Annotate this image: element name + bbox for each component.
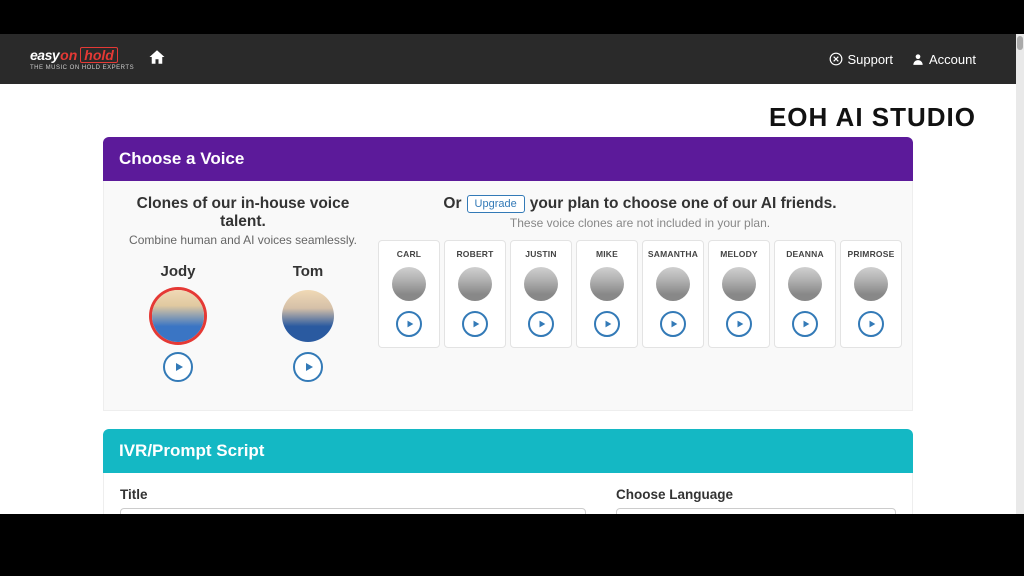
- voice-card-deanna[interactable]: DEANNA: [774, 240, 836, 348]
- avatar[interactable]: [458, 267, 492, 301]
- voice-name: JUSTIN: [513, 249, 569, 259]
- play-button[interactable]: [293, 352, 323, 382]
- play-button[interactable]: [792, 311, 818, 337]
- support-link[interactable]: Support: [829, 52, 893, 67]
- voice-name: CARL: [381, 249, 437, 259]
- play-icon: [471, 319, 481, 329]
- account-link[interactable]: Account: [911, 52, 976, 67]
- avatar[interactable]: [152, 290, 204, 342]
- choose-voice-header: Choose a Voice: [103, 137, 913, 181]
- upgrade-button[interactable]: Upgrade: [467, 195, 525, 213]
- logo-tagline: THE MUSIC ON HOLD EXPERTS: [30, 65, 134, 71]
- avatar[interactable]: [282, 290, 334, 342]
- voice-name: DEANNA: [777, 249, 833, 259]
- avatar[interactable]: [854, 267, 888, 301]
- play-icon: [537, 319, 547, 329]
- ai-subtitle: These voice clones are not included in y…: [378, 216, 902, 230]
- voice-name: Tom: [248, 263, 368, 280]
- avatar[interactable]: [392, 267, 426, 301]
- language-label: Choose Language: [616, 487, 896, 502]
- play-button[interactable]: [462, 311, 488, 337]
- support-label: Support: [847, 52, 893, 67]
- avatar[interactable]: [590, 267, 624, 301]
- play-icon: [735, 319, 745, 329]
- play-button[interactable]: [163, 352, 193, 382]
- home-icon[interactable]: [148, 48, 166, 71]
- account-icon: [911, 52, 925, 66]
- scrollbar[interactable]: [1016, 34, 1024, 514]
- voice-name: MIKE: [579, 249, 635, 259]
- play-button[interactable]: [660, 311, 686, 337]
- page-title: EOH AI STUDIO: [769, 102, 976, 132]
- ai-title-post: your plan to choose one of our AI friend…: [530, 195, 837, 213]
- play-button[interactable]: [396, 311, 422, 337]
- voice-card-robert[interactable]: ROBERT: [444, 240, 506, 348]
- avatar[interactable]: [656, 267, 690, 301]
- script-header: IVR/Prompt Script: [103, 429, 913, 473]
- voices-panel: Clones of our in-house voice talent. Com…: [103, 181, 913, 411]
- voice-name: ROBERT: [447, 249, 503, 259]
- voice-card-mike[interactable]: MIKE: [576, 240, 638, 348]
- top-nav: easy on hold THE MUSIC ON HOLD EXPERTS S…: [0, 34, 1016, 84]
- avatar[interactable]: [722, 267, 756, 301]
- play-button[interactable]: [726, 311, 752, 337]
- play-icon: [801, 319, 811, 329]
- inhouse-subtitle: Combine human and AI voices seamlessly.: [118, 233, 368, 247]
- play-icon: [669, 319, 679, 329]
- play-icon: [603, 319, 613, 329]
- logo-hold: hold: [80, 47, 118, 63]
- title-label: Title: [120, 487, 586, 502]
- play-button[interactable]: [858, 311, 884, 337]
- script-form: Title Choose Language English (United St…: [103, 473, 913, 514]
- voice-card-carl[interactable]: CARL: [378, 240, 440, 348]
- voice-card-melody[interactable]: MELODY: [708, 240, 770, 348]
- ai-column: Or Upgrade your plan to choose one of ou…: [378, 191, 902, 388]
- voice-card-justin[interactable]: JUSTIN: [510, 240, 572, 348]
- voice-card-tom[interactable]: Tom: [248, 257, 368, 388]
- play-icon: [867, 319, 877, 329]
- avatar[interactable]: [788, 267, 822, 301]
- voice-name: SAMANTHA: [645, 249, 701, 259]
- logo-on: on: [60, 48, 77, 62]
- voice-name: PRIMROSE: [843, 249, 899, 259]
- voice-name: Jody: [118, 263, 238, 280]
- support-icon: [829, 52, 843, 66]
- play-button[interactable]: [594, 311, 620, 337]
- inhouse-title: Clones of our in-house voice talent.: [118, 195, 368, 231]
- brand-logo[interactable]: easy on hold THE MUSIC ON HOLD EXPERTS: [30, 47, 134, 71]
- inhouse-column: Clones of our in-house voice talent. Com…: [118, 191, 368, 388]
- voice-card-jody[interactable]: Jody: [118, 257, 238, 388]
- account-label: Account: [929, 52, 976, 67]
- play-icon: [173, 361, 185, 373]
- voice-card-primrose[interactable]: PRIMROSE: [840, 240, 902, 348]
- voice-name: MELODY: [711, 249, 767, 259]
- play-button[interactable]: [528, 311, 554, 337]
- logo-easy: easy: [30, 48, 59, 62]
- voice-card-samantha[interactable]: SAMANTHA: [642, 240, 704, 348]
- play-icon: [405, 319, 415, 329]
- avatar[interactable]: [524, 267, 558, 301]
- ai-title-pre: Or: [443, 195, 461, 213]
- play-icon: [303, 361, 315, 373]
